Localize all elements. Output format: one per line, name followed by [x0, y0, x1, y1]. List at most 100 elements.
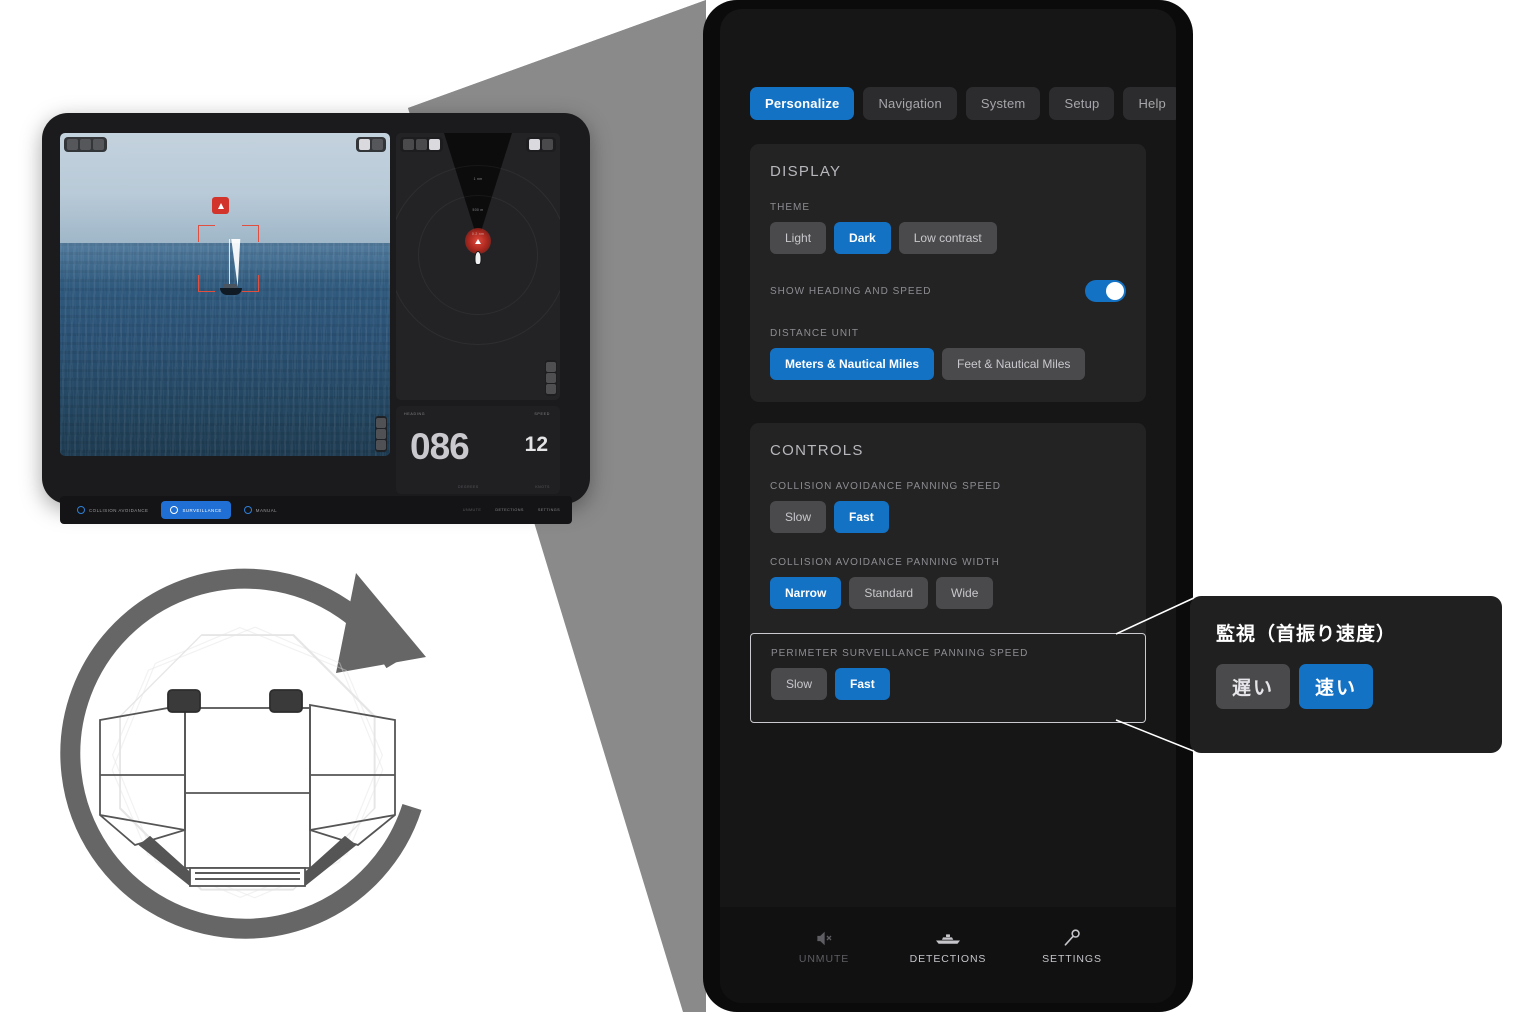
speed-unit: KNOTS	[535, 485, 550, 489]
ca-speed-option-fast[interactable]: Fast	[834, 501, 889, 533]
controls-heading: CONTROLS	[770, 442, 864, 459]
edit-icon[interactable]	[529, 139, 540, 150]
zoom-out-icon[interactable]	[376, 440, 386, 450]
unmute-button[interactable]: UNMUTE	[785, 927, 863, 965]
callout-option-fast[interactable]: 速い	[1299, 664, 1374, 709]
range-label: 500 m	[472, 208, 484, 212]
power-icon[interactable]	[403, 139, 414, 150]
theme-option-light[interactable]: Light	[770, 222, 827, 254]
edit-icon[interactable]	[359, 139, 370, 150]
tablet-bottom-actions[interactable]: UNMUTE DETECTIONS SETTINGS	[463, 508, 564, 512]
callout-title: 監視（首振り速度）	[1216, 624, 1397, 645]
tablet-detections-button[interactable]: DETECTIONS	[495, 508, 523, 512]
zoom-out-icon[interactable]	[546, 384, 556, 394]
theme-option-dark[interactable]: Dark	[834, 222, 891, 254]
zoom-in-icon[interactable]	[546, 362, 556, 372]
sky	[60, 133, 390, 243]
device-bottom-bar[interactable]: UNMUTE DETECTIONS SETTINGS	[720, 907, 1176, 1003]
ca-speed-segment[interactable]: Slow Fast	[770, 501, 1126, 533]
radar-zoom-controls[interactable]	[545, 360, 557, 396]
mode-collision-avoidance[interactable]: COLLISION AVOIDANCE	[68, 501, 157, 519]
fit-icon[interactable]	[376, 429, 386, 439]
ca-width-option-standard[interactable]: Standard	[849, 577, 929, 609]
display-card: DISPLAY THEME Light Dark Low contrast SH…	[750, 144, 1146, 402]
detections-label: DETECTIONS	[909, 953, 987, 965]
radar-left-buttons[interactable]	[400, 137, 443, 152]
theme-option-low-contrast[interactable]: Low contrast	[898, 222, 997, 254]
location-pin-icon	[170, 506, 179, 514]
tab-personalize[interactable]: Personalize	[750, 87, 855, 120]
radar-pane[interactable]: 1 nm 500 m 0.2 nm	[396, 133, 560, 400]
ca-width-option-narrow[interactable]: Narrow	[770, 577, 842, 609]
tablet-settings-button[interactable]: SETTINGS	[538, 508, 560, 512]
tab-system[interactable]: System	[965, 87, 1041, 120]
zoom-in-icon[interactable]	[376, 418, 386, 428]
settings-button[interactable]: SETTINGS	[1033, 927, 1111, 965]
mode-label: COLLISION AVOIDANCE	[89, 507, 149, 513]
mode-manual[interactable]: MANUAL	[235, 501, 286, 519]
tablet-unmute-button[interactable]: UNMUTE	[463, 508, 482, 512]
grid-icon[interactable]	[429, 139, 440, 150]
perimeter-speed-label: PERIMETER SURVEILLANCE PANNING SPEED	[771, 648, 1029, 659]
theme-block: THEME Light Dark Low contrast	[770, 202, 1126, 254]
distance-option-feet[interactable]: Feet & Nautical Miles	[942, 348, 1086, 380]
tracking-bracket	[242, 225, 259, 242]
grid-icon[interactable]	[93, 139, 104, 150]
refresh-icon[interactable]	[416, 139, 427, 150]
callout-option-slow[interactable]: 遅い	[1216, 664, 1291, 709]
show-heading-speed-row[interactable]: SHOW HEADING AND SPEED	[770, 280, 1126, 302]
minus-icon[interactable]	[542, 139, 553, 150]
tab-help[interactable]: Help	[1123, 87, 1176, 120]
radio-icon	[77, 506, 85, 514]
power-icon[interactable]	[67, 139, 78, 150]
tab-bar[interactable]: Personalize Navigation System Setup Help	[720, 65, 1176, 120]
mute-speaker-icon	[785, 927, 863, 949]
speed-value: 12	[524, 433, 548, 456]
perimeter-speed-segment[interactable]: Slow Fast	[771, 668, 1125, 700]
camera-pane[interactable]	[60, 133, 390, 456]
controls-card: CONTROLS COLLISION AVOIDANCE PANNING SPE…	[750, 423, 1146, 723]
theme-segment[interactable]: Light Dark Low contrast	[770, 222, 1126, 254]
distance-unit-label: DISTANCE UNIT	[770, 328, 859, 339]
ca-width-label: COLLISION AVOIDANCE PANNING WIDTH	[770, 557, 1000, 568]
tracking-bracket	[198, 225, 215, 242]
tablet-device: 1 nm 500 m 0.2 nm HEADING SPEED 086 12 D…	[42, 113, 590, 524]
tablet-mode-bar[interactable]: COLLISION AVOIDANCE SURVEILLANCE MANUAL …	[60, 496, 572, 524]
ca-speed-option-slow[interactable]: Slow	[770, 501, 827, 533]
perimeter-speed-row: PERIMETER SURVEILLANCE PANNING SPEED Slo…	[750, 633, 1146, 723]
tab-navigation[interactable]: Navigation	[863, 87, 957, 120]
mode-label: SURVEILLANCE	[182, 507, 222, 513]
detections-button[interactable]: DETECTIONS	[909, 927, 987, 965]
ca-width-option-wide[interactable]: Wide	[936, 577, 994, 609]
range-label-center: 0.2 nm	[471, 232, 485, 236]
radio-icon	[243, 506, 252, 514]
japanese-callout: 監視（首振り速度） 遅い 速い	[1190, 596, 1502, 753]
heading-value: 086	[410, 426, 470, 467]
camera-right-buttons[interactable]	[356, 137, 386, 152]
heading-label: HEADING	[404, 412, 426, 416]
radar-right-buttons[interactable]	[526, 137, 556, 152]
camera-left-buttons[interactable]	[64, 137, 107, 152]
wrench-icon	[1033, 927, 1111, 949]
sailboat	[210, 239, 252, 305]
range-label: 1 nm	[473, 177, 483, 181]
ca-width-segment[interactable]: Narrow Standard Wide	[770, 577, 1126, 609]
heading-unit: DEGREES	[458, 485, 479, 489]
mode-surveillance[interactable]: SURVEILLANCE	[161, 501, 231, 519]
show-heading-speed-toggle[interactable]	[1085, 280, 1126, 302]
tab-setup[interactable]: Setup	[1049, 87, 1115, 120]
camera-zoom-controls[interactable]	[375, 416, 387, 452]
callout-segment[interactable]: 遅い 速い	[1216, 664, 1476, 709]
ca-width-block: COLLISION AVOIDANCE PANNING WIDTH Narrow…	[770, 557, 1126, 609]
refresh-icon[interactable]	[80, 139, 91, 150]
minus-icon[interactable]	[372, 139, 383, 150]
device-screen: Personalize Navigation System Setup Help…	[720, 9, 1176, 1003]
distance-unit-segment[interactable]: Meters & Nautical Miles Feet & Nautical …	[770, 348, 1126, 380]
fit-icon[interactable]	[546, 373, 556, 383]
speed-label: SPEED	[534, 412, 550, 416]
distance-unit-block: DISTANCE UNIT Meters & Nautical Miles Fe…	[770, 328, 1126, 380]
perimeter-option-slow[interactable]: Slow	[771, 668, 828, 700]
distance-option-meters[interactable]: Meters & Nautical Miles	[770, 348, 935, 380]
perimeter-option-fast[interactable]: Fast	[835, 668, 890, 700]
rotation-diagram	[60, 568, 426, 939]
